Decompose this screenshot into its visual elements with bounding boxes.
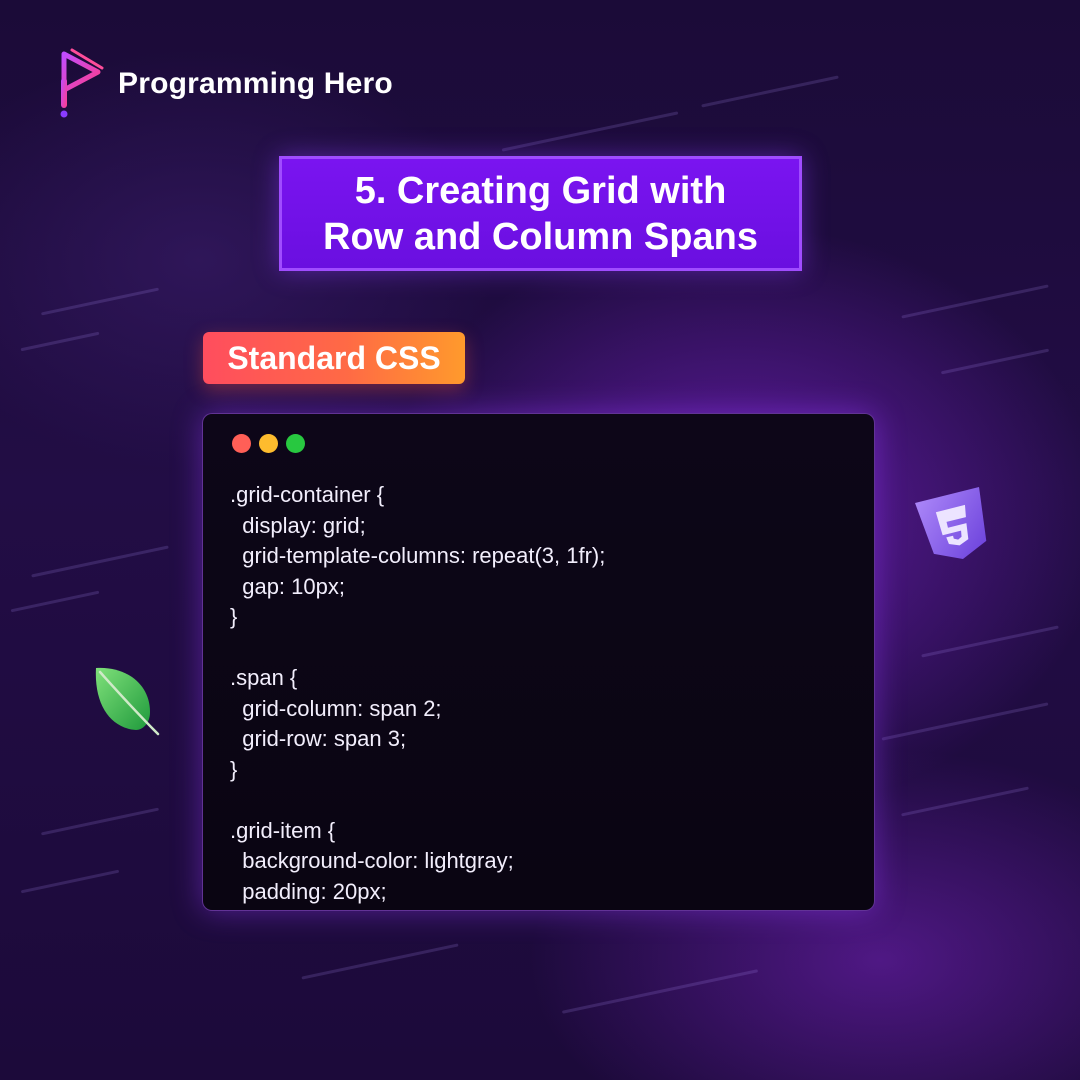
maximize-dot-icon [286,434,305,453]
code-line: .grid-container { [230,482,385,507]
code-line: grid-column: span 2; [230,695,442,721]
close-dot-icon [232,434,251,453]
programming-hero-logo-icon [60,48,104,118]
title-line-1: 5. Creating Grid with [354,169,727,212]
code-window: .grid-container { display: grid; grid-te… [202,413,875,911]
code-line: background-color: lightgray; [230,848,514,873]
code-line: display: grid; [230,512,366,538]
code-line: } [230,756,238,782]
code-block: .grid-container { display: grid; grid-te… [230,480,605,907]
minimize-dot-icon [259,434,278,453]
brand-logo: Programming Hero [58,48,393,120]
code-line: padding: 20px; [230,878,387,904]
title-line-2: Row and Column Spans [323,215,758,258]
code-line: grid-row: span 3; [230,726,407,751]
code-line: gap: 10px; [230,573,345,599]
mongodb-leaf-icon [90,662,162,743]
standard-css-badge: Standard CSS [203,332,465,384]
slide-title: 5. Creating Grid with Row and Column Spa… [279,156,802,271]
code-line: .grid-item { [230,817,336,843]
window-controls [232,434,305,453]
code-line: .span { [230,665,298,690]
css3-shield-icon [910,486,1000,573]
brand-name: Programming Hero [118,67,393,100]
code-line: } [230,604,238,629]
code-line: grid-template-columns: repeat(3, 1fr); [230,543,606,568]
